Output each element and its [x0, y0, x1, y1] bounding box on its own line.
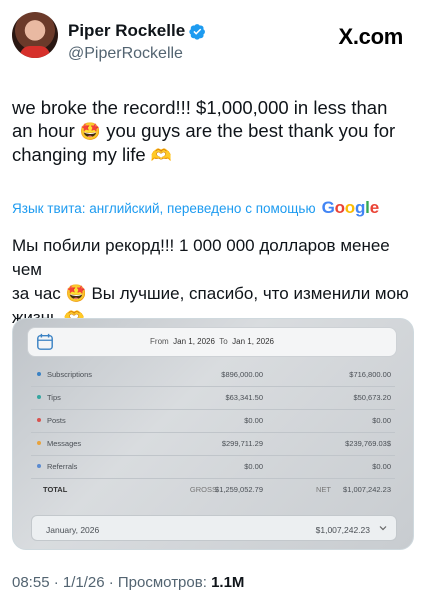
heart-hands-emoji: 🫶: [150, 146, 172, 165]
tweet-image[interactable]: From Jan 1, 2026 To Jan 1, 2026 Subscrip…: [12, 318, 414, 550]
posts-dot: [37, 418, 41, 422]
messages-dot: [37, 441, 41, 445]
table-row: Subscriptions $896,000.00 $716,800.00: [31, 365, 395, 387]
earnings-panel: From Jan 1, 2026 To Jan 1, 2026 Subscrip…: [25, 327, 403, 543]
month-value: $1,007,242.23: [315, 525, 370, 535]
author-name-row[interactable]: Piper Rockelle: [68, 21, 206, 41]
translated-line-2b: Вы лучшие, спасибо, что изменили мою: [91, 284, 409, 303]
tips-dot: [37, 395, 41, 399]
month-label: January, 2026: [46, 525, 100, 535]
author-name[interactable]: Piper Rockelle: [68, 21, 185, 41]
tweet-line-2a: an hour: [12, 120, 75, 141]
tweet-header: Piper Rockelle @PiperRockelle X.com: [12, 12, 411, 68]
star-struck-emoji: 🤩: [79, 122, 102, 141]
date-range-bar: From Jan 1, 2026 To Jan 1, 2026: [27, 327, 397, 357]
earnings-table: Subscriptions $896,000.00 $716,800.00 Ti…: [31, 365, 395, 503]
table-row: Tips $63,341.50 $50,673.20: [31, 388, 395, 410]
author-handle[interactable]: @PiperRockelle: [68, 45, 183, 63]
table-row: Posts $0.00 $0.00: [31, 411, 395, 433]
tweet-text: we broke the record!!! $1,000,000 in les…: [12, 96, 412, 167]
translation-bar[interactable]: Язык твита: английский, переведено с пом…: [12, 198, 412, 218]
google-logo: Google: [321, 198, 380, 217]
verified-badge-icon: [189, 23, 206, 40]
chevron-down-icon: [379, 526, 387, 531]
date-range-text: From Jan 1, 2026 To Jan 1, 2026: [150, 337, 274, 346]
tweet-line-1: we broke the record!!! $1,000,000 in les…: [12, 97, 388, 118]
tweet-meta: 08:55 · 1/1/26 · Просмотров: 1.1M: [12, 574, 244, 591]
total-row: TOTAL GROSS $1,259,052.79 NET $1,007,242…: [43, 485, 391, 494]
table-row: Referrals $0.00 $0.00: [31, 457, 395, 479]
view-count: 1.1M: [211, 574, 245, 591]
translated-line-1: Мы побили рекорд!!! 1 000 000 долларов м…: [12, 236, 390, 279]
translated-line-2a: за час: [12, 284, 61, 303]
table-row: Messages $299,711.29 $239,769.03$: [31, 434, 395, 456]
timestamp[interactable]: 08:55 · 1/1/26 · Просмотров:: [12, 574, 207, 591]
avatar[interactable]: [12, 12, 58, 58]
to-date: Jan 1, 2026: [232, 337, 274, 346]
tweet-line-3: changing my life: [12, 144, 146, 165]
x-logo[interactable]: X.com: [338, 24, 403, 50]
from-date: Jan 1, 2026: [173, 337, 215, 346]
translation-label[interactable]: Язык твита: английский, переведено с пом…: [12, 201, 316, 216]
referrals-dot: [37, 464, 41, 468]
month-selector: January, 2026 $1,007,242.23: [31, 515, 397, 541]
star-struck-emoji: 🤩: [65, 284, 87, 303]
tweet-line-2b: you guys are the best thank you for: [106, 120, 396, 141]
subscriptions-dot: [37, 372, 41, 376]
translated-text: Мы побили рекорд!!! 1 000 000 долларов м…: [12, 234, 412, 330]
